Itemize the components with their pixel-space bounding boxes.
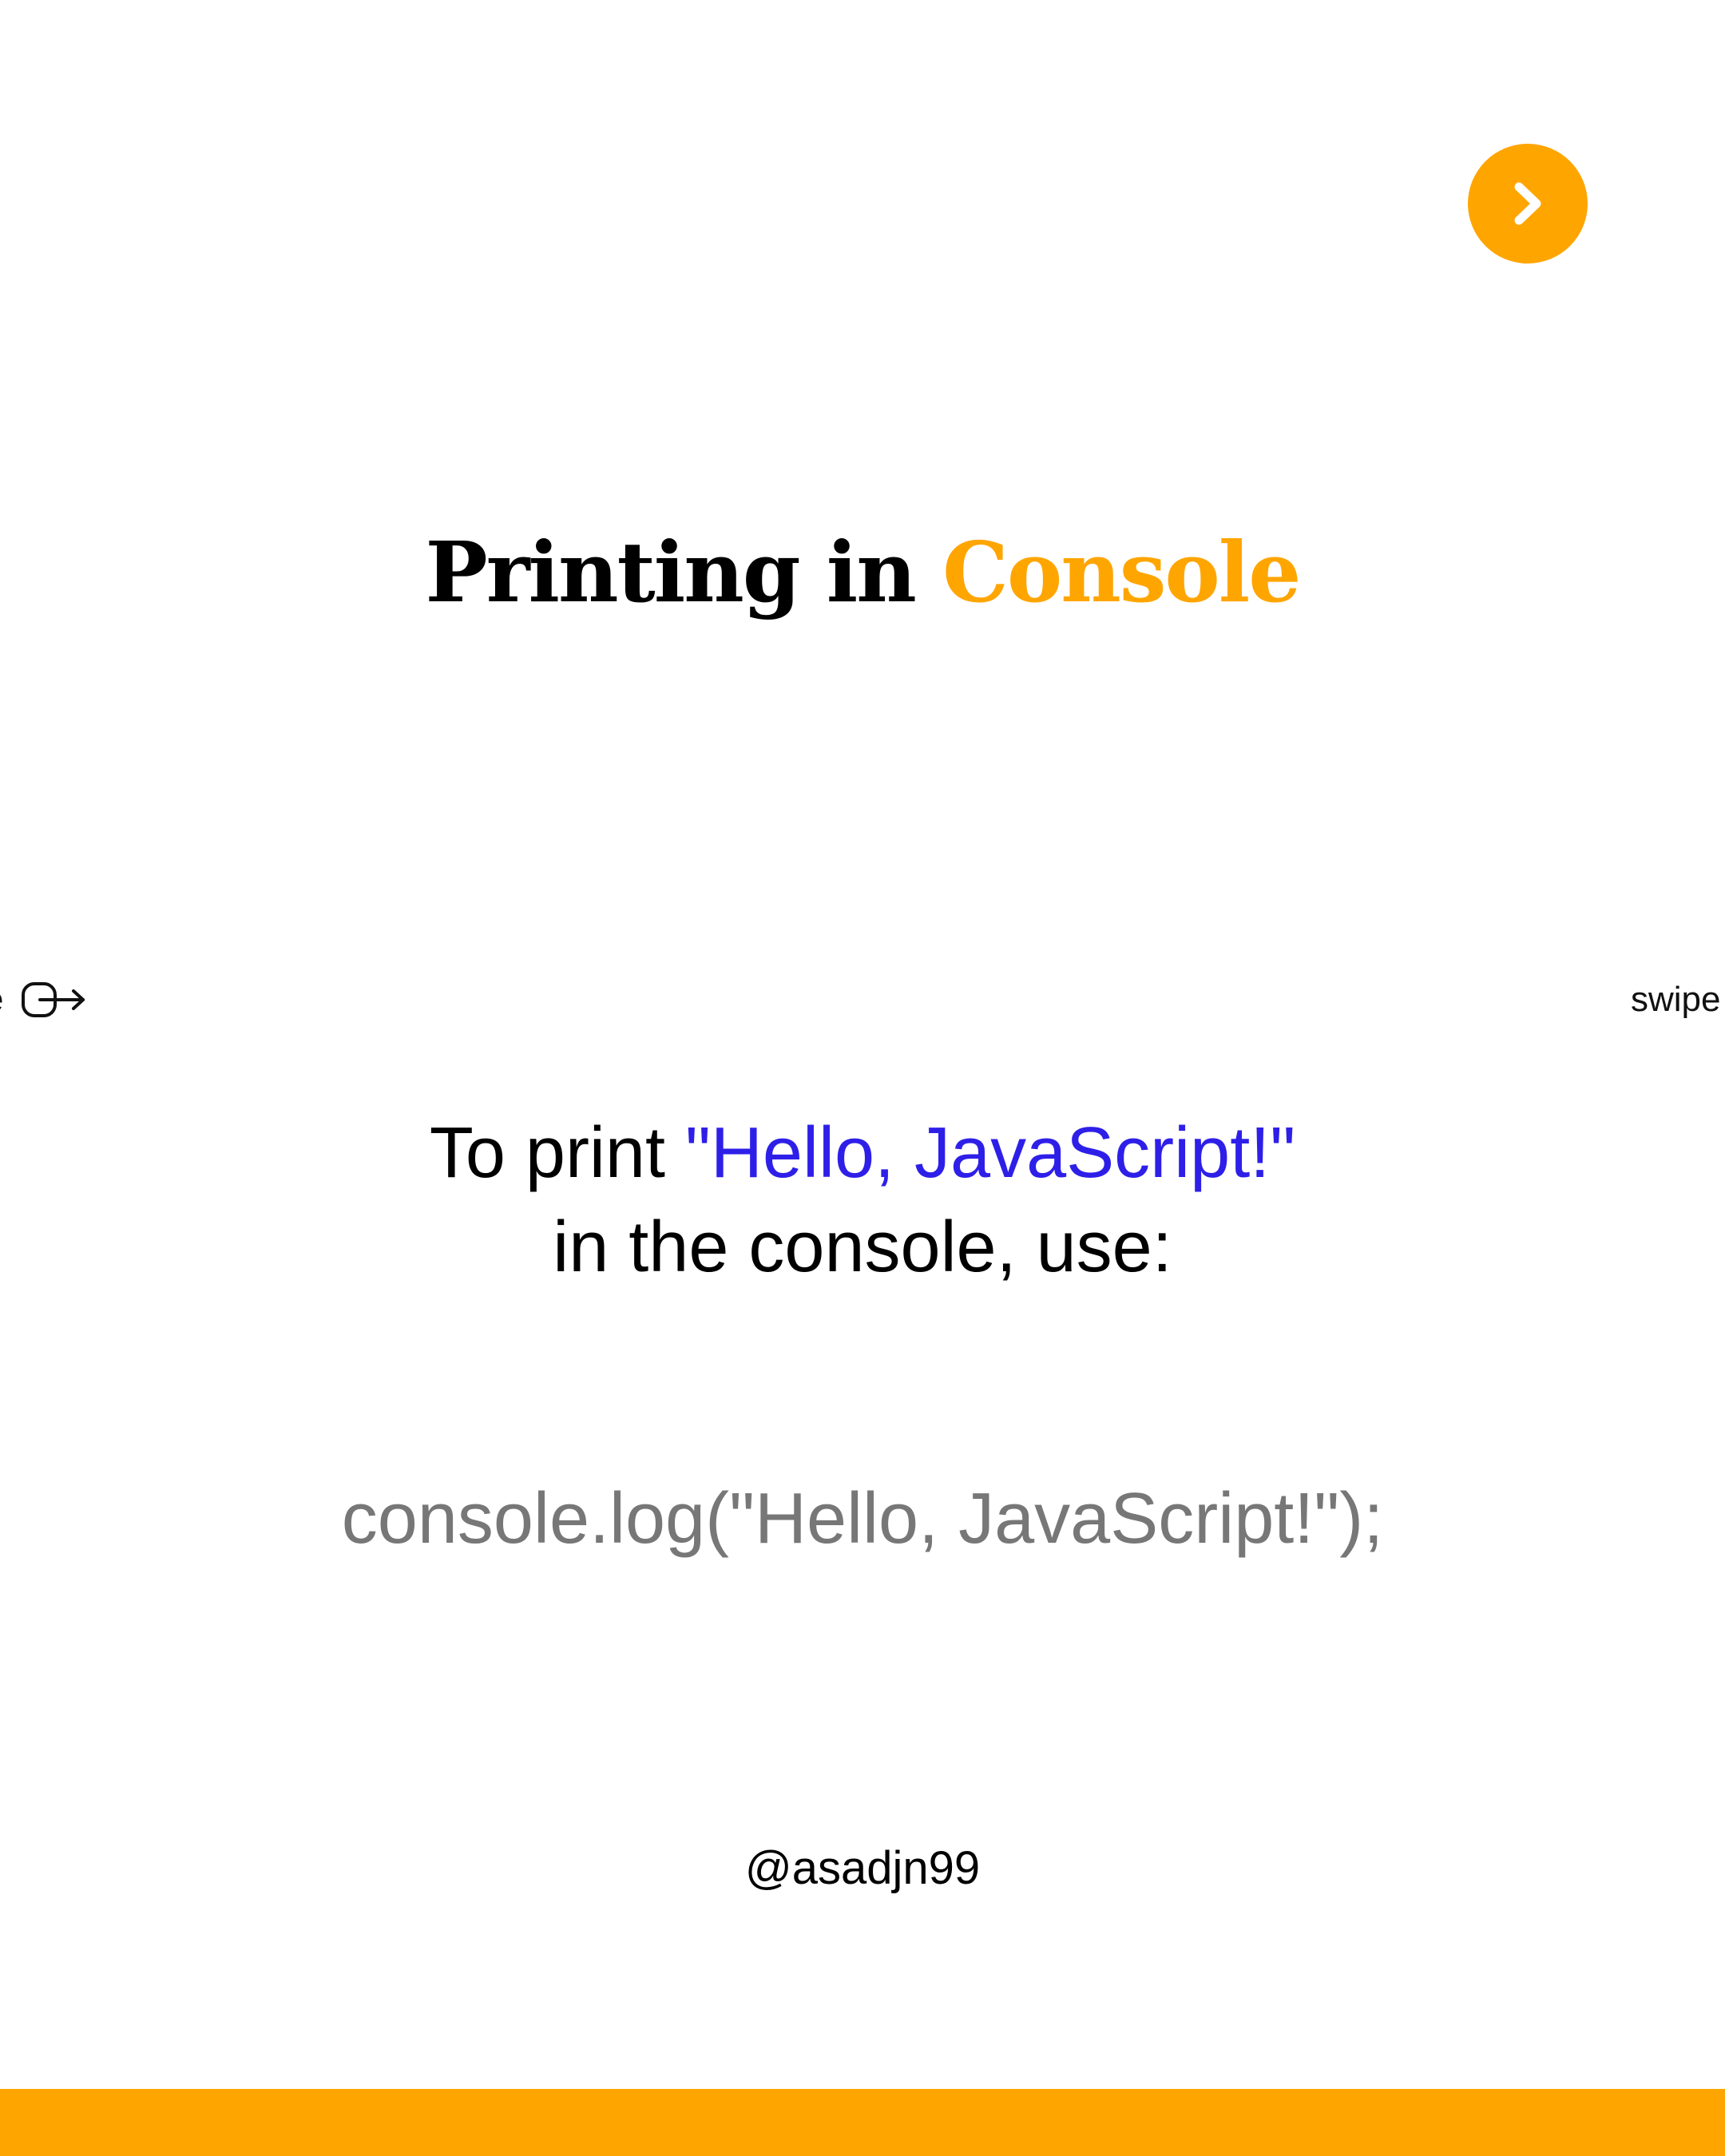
author-handle: @asadjn99 [744,1842,981,1894]
swipe-left-fragment: e [0,981,3,1019]
intro-text: To print "Hello, JavaScript!" in the con… [0,1106,1725,1294]
code-example: console.log("Hello, JavaScript!"); [341,1479,1384,1559]
title-accent: Console [942,523,1301,621]
page-title: Printing in Console [0,521,1725,624]
chevron-right-icon [1514,182,1541,225]
intro-line-2: in the console, use: [553,1207,1172,1287]
swipe-hint-left: e [0,981,88,1019]
bottom-accent-bar [0,2089,1725,2156]
intro-prefix: To print [429,1113,665,1193]
title-main: Printing in [425,523,917,621]
intro-highlight: "Hello, JavaScript!" [684,1113,1296,1193]
swipe-arrow-icon [22,982,85,1017]
swipe-hint-right: swipe [1631,980,1721,1019]
intro-line-1: To print "Hello, JavaScript!" [0,1106,1725,1200]
next-slide-button[interactable] [1468,144,1588,264]
